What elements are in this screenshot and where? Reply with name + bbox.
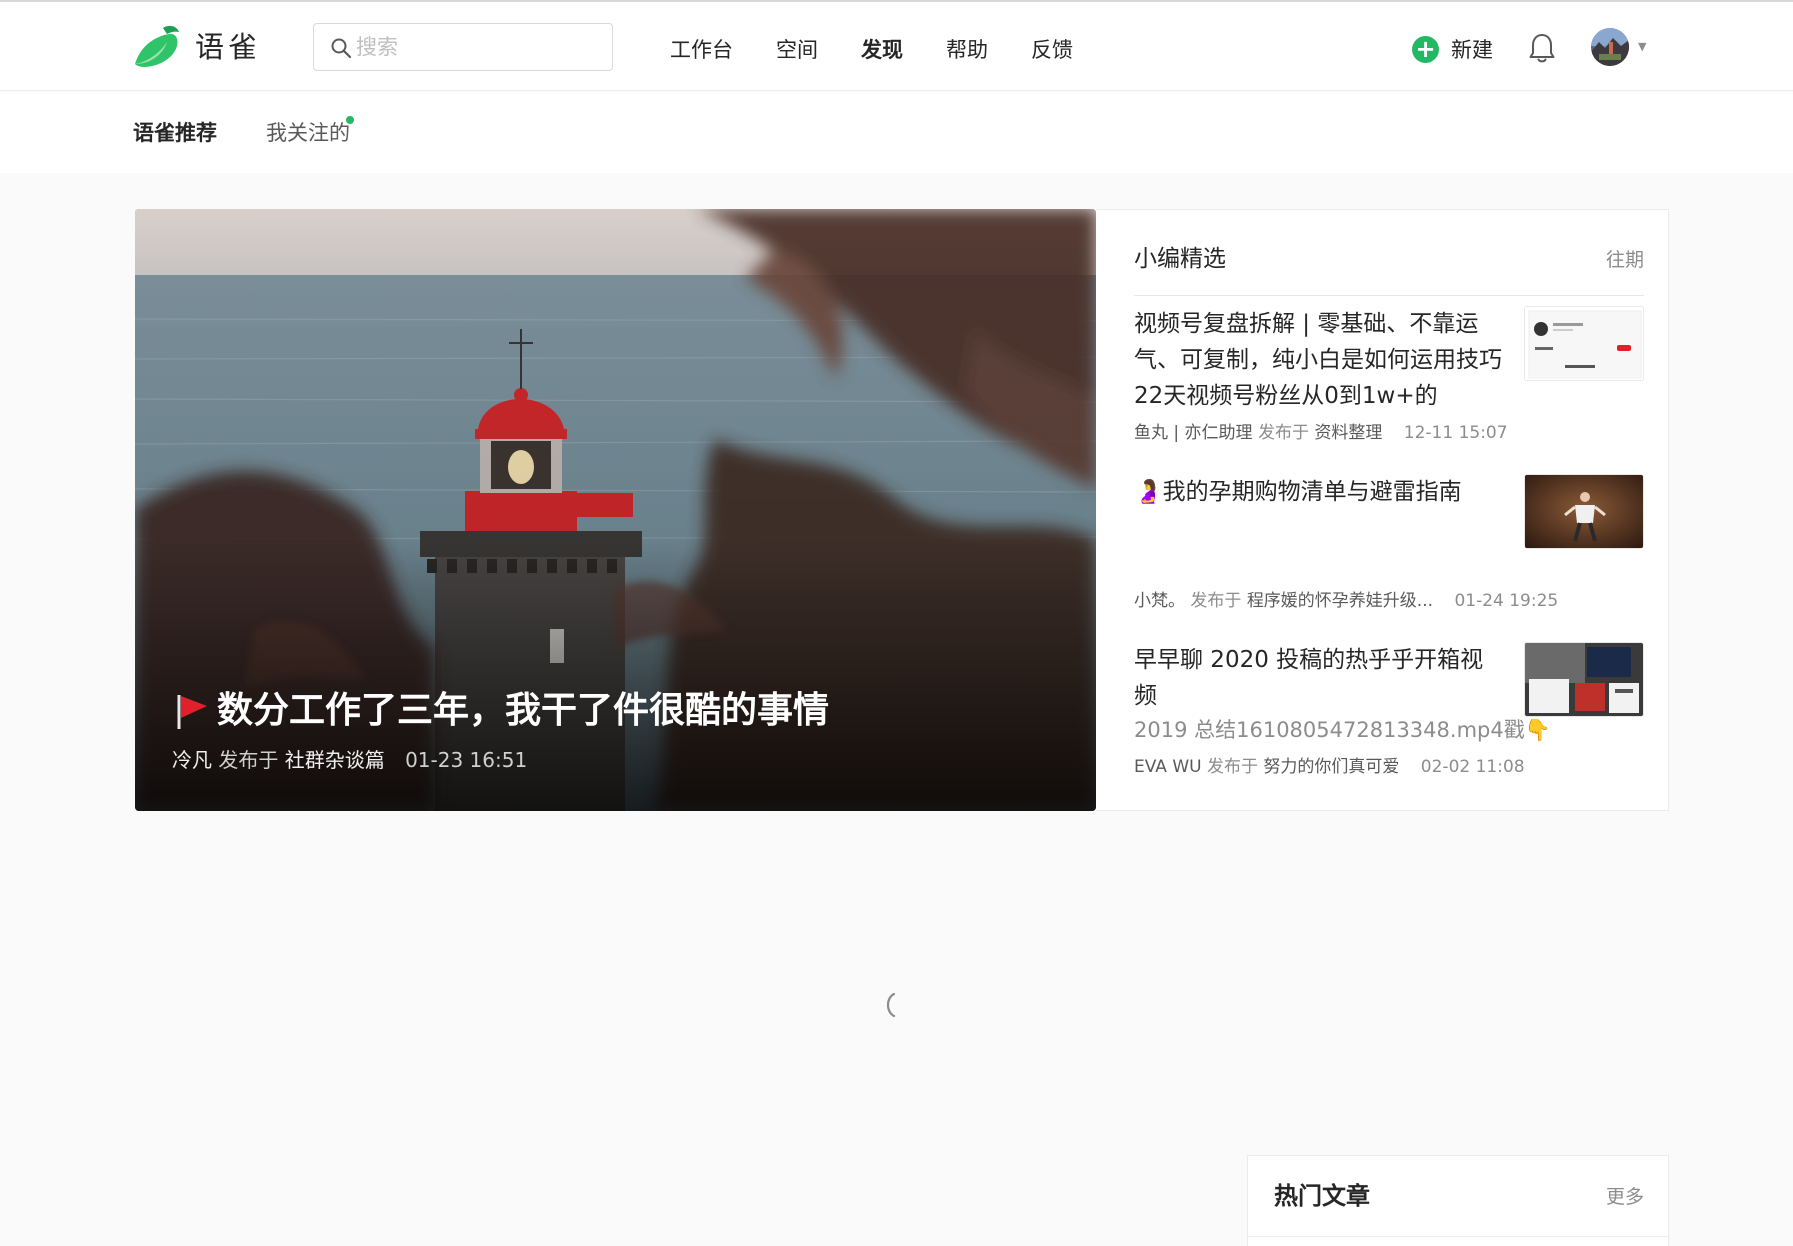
divider xyxy=(1248,1236,1670,1237)
editor-picks-panel: 小编精选 往期 视频号复盘拆解 | 零基础、不靠运气、可复制，纯小白是如何运用技… xyxy=(1096,209,1669,811)
pick-title[interactable]: 早早聊 2020 投稿的热乎乎开箱视频 xyxy=(1134,642,1504,714)
pick-time: 12-11 15:07 xyxy=(1403,423,1508,443)
new-button-label: 新建 xyxy=(1451,38,1493,62)
sub-navigation: 语雀推荐 我关注的 xyxy=(0,92,1793,173)
new-activity-dot xyxy=(346,116,354,124)
nav-spaces[interactable]: 空间 xyxy=(776,30,818,70)
pick-author[interactable]: 小梵。 xyxy=(1134,591,1185,611)
featured-time: 01-23 16:51 xyxy=(405,748,528,772)
nav-help[interactable]: 帮助 xyxy=(946,30,988,70)
hot-articles-more-link[interactable]: 更多 xyxy=(1606,1182,1644,1212)
thumbnail-image xyxy=(1525,643,1643,716)
pick-time: 02-02 11:08 xyxy=(1420,757,1525,777)
top-header: 语雀 工作台 空间 发现 帮助 反馈 + 新建 ▼ xyxy=(0,2,1793,91)
new-button[interactable]: + 新建 xyxy=(1412,32,1493,66)
nav-workbench[interactable]: 工作台 xyxy=(670,30,733,70)
hot-articles-panel: 热门文章 更多 xyxy=(1247,1155,1670,1246)
bell-icon[interactable] xyxy=(1528,32,1556,64)
thumbnail-image xyxy=(1525,307,1643,380)
pick-author[interactable]: 鱼丸 | 亦仁助理 xyxy=(1134,423,1253,443)
pick-thumbnail[interactable] xyxy=(1524,306,1644,381)
featured-title-text: 数分工作了三年，我干了件很酷的事情 xyxy=(217,690,830,731)
search-icon xyxy=(331,38,352,59)
main-nav: 工作台 空间 发现 帮助 反馈 xyxy=(670,30,1116,70)
avatar-image xyxy=(1591,28,1629,66)
nav-discover[interactable]: 发现 xyxy=(861,30,903,70)
editor-picks-title: 小编精选 xyxy=(1134,246,1226,272)
red-flag-icon xyxy=(177,695,207,729)
pick-book[interactable]: 努力的你们真可爱 xyxy=(1263,757,1399,777)
pick-meta: 鱼丸 | 亦仁助理 发布于 资料整理 12-11 15:07 xyxy=(1134,420,1508,446)
pick-time: 01-24 19:25 xyxy=(1454,591,1559,611)
thumbnail-image xyxy=(1525,475,1643,548)
featured-article-card[interactable]: 数分工作了三年，我干了件很酷的事情 冷凡 发布于 社群杂谈篇 01-23 16:… xyxy=(135,209,1096,811)
pick-item[interactable]: 视频号复盘拆解 | 零基础、不靠运气、可复制，纯小白是如何运用技巧22天视频号粉… xyxy=(1134,306,1644,466)
pick-title[interactable]: 视频号复盘拆解 | 零基础、不靠运气、可复制，纯小白是如何运用技巧22天视频号粉… xyxy=(1134,306,1504,414)
pick-extra-text: 2019 总结1610805472813348.mp4戳👇 xyxy=(1134,718,1551,742)
featured-author[interactable]: 冷凡 xyxy=(172,748,212,772)
featured-article-meta: 冷凡 发布于 社群杂谈篇 01-23 16:51 xyxy=(172,745,527,775)
editor-picks-header: 小编精选 往期 xyxy=(1134,234,1644,296)
featured-article-title[interactable]: 数分工作了三年，我干了件很酷的事情 xyxy=(175,685,829,737)
featured-book[interactable]: 社群杂谈篇 xyxy=(285,748,385,772)
yuque-logo-icon[interactable] xyxy=(133,24,185,70)
loading-spinner-icon xyxy=(886,992,896,1018)
tab-recommended[interactable]: 语雀推荐 xyxy=(133,118,217,148)
brand-name[interactable]: 语雀 xyxy=(195,28,261,66)
tab-following[interactable]: 我关注的 xyxy=(266,118,350,148)
pick-meta: EVA WU 发布于 努力的你们真可爱 02-02 11:08 xyxy=(1134,754,1525,780)
chevron-down-icon[interactable]: ▼ xyxy=(1638,40,1646,53)
past-issues-link[interactable]: 往期 xyxy=(1606,246,1644,274)
pick-author[interactable]: EVA WU xyxy=(1134,757,1202,777)
search-box[interactable] xyxy=(313,23,613,71)
published-in-label: 发布于 xyxy=(1190,591,1242,611)
nav-feedback[interactable]: 反馈 xyxy=(1031,30,1073,70)
pick-meta: 小梵。 发布于 程序媛的怀孕养娃升级... 01-24 19:25 xyxy=(1134,588,1558,614)
published-in-label: 发布于 xyxy=(1257,423,1309,443)
pick-item[interactable]: 🤰我的孕期购物清单与避雷指南 小梵。 发布于 程序媛的怀孕养娃升级... 01-… xyxy=(1134,474,1644,624)
plus-circle-icon: + xyxy=(1412,35,1439,63)
hot-articles-title: 热门文章 xyxy=(1274,1182,1370,1210)
pick-book[interactable]: 资料整理 xyxy=(1314,423,1382,443)
search-input[interactable] xyxy=(356,30,596,64)
pick-book[interactable]: 程序媛的怀孕养娃升级... xyxy=(1247,591,1433,611)
pick-thumbnail[interactable] xyxy=(1524,642,1644,717)
pick-thumbnail[interactable] xyxy=(1524,474,1644,549)
user-avatar[interactable] xyxy=(1591,28,1629,66)
published-in-label: 发布于 xyxy=(218,748,279,772)
published-in-label: 发布于 xyxy=(1206,757,1258,777)
pick-title[interactable]: 🤰我的孕期购物清单与避雷指南 xyxy=(1134,474,1504,510)
pregnant-emoji-icon: 🤰 xyxy=(1134,479,1163,505)
pick-item[interactable]: 早早聊 2020 投稿的热乎乎开箱视频 2019 总结1610805472813… xyxy=(1134,642,1644,792)
